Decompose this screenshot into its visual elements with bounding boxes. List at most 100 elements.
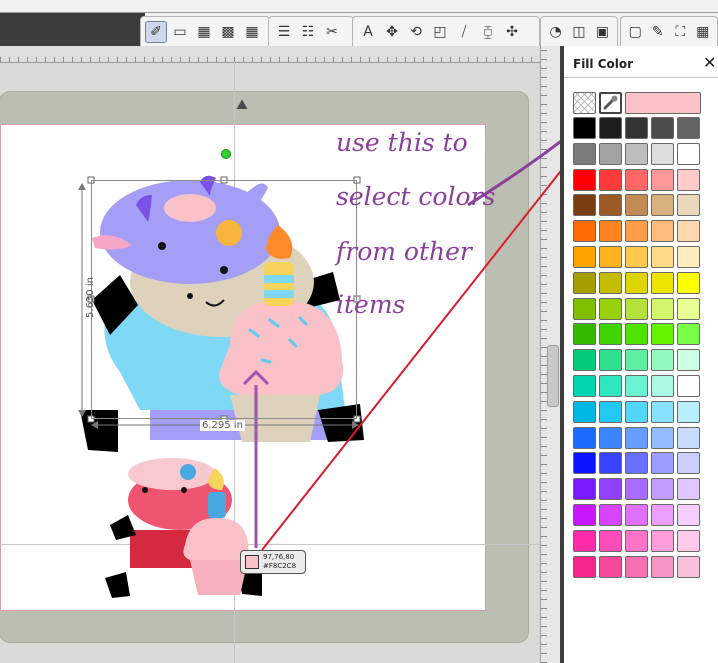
trace-icon[interactable]: ◔: [545, 21, 566, 43]
palette-swatch[interactable]: [651, 220, 674, 243]
pen-icon[interactable]: ✎: [648, 21, 669, 43]
palette-swatch[interactable]: [677, 246, 700, 268]
palette-swatch[interactable]: [573, 194, 596, 217]
palette-swatch[interactable]: [599, 452, 622, 475]
fill-hatch-icon[interactable]: ▩: [217, 21, 239, 43]
palette-swatch[interactable]: [677, 349, 700, 372]
fill-color-icon[interactable]: ▢: [625, 21, 646, 43]
vertical-scrollbar[interactable]: [547, 345, 559, 407]
scale-icon[interactable]: ◰: [429, 21, 451, 43]
palette-swatch[interactable]: [599, 400, 622, 423]
palette-swatch[interactable]: [677, 478, 700, 501]
palette-swatch[interactable]: [625, 246, 648, 268]
palette-swatch[interactable]: [651, 271, 674, 294]
line-color-icon[interactable]: ☰: [273, 21, 295, 43]
palette-swatch[interactable]: [677, 142, 700, 165]
palette-swatch[interactable]: [573, 452, 596, 475]
palette-swatch[interactable]: [625, 194, 648, 217]
palette-swatch[interactable]: [599, 297, 622, 320]
palette-swatch[interactable]: [573, 246, 596, 268]
palette-swatch[interactable]: [677, 323, 700, 346]
palette-swatch[interactable]: [573, 297, 596, 320]
palette-swatch[interactable]: [677, 297, 700, 320]
palette-swatch[interactable]: [573, 142, 596, 165]
palette-swatch[interactable]: [625, 478, 648, 501]
palette-swatch[interactable]: [651, 142, 674, 165]
palette-swatch[interactable]: [651, 400, 674, 423]
palette-swatch[interactable]: [573, 426, 596, 449]
fill-pattern-icon[interactable]: ▦: [193, 21, 215, 43]
palette-swatch[interactable]: [599, 271, 622, 294]
palette-swatch[interactable]: [573, 220, 596, 243]
pointer-icon[interactable]: ✐: [145, 20, 167, 43]
palette-swatch[interactable]: [651, 478, 674, 501]
palette-swatch[interactable]: [599, 529, 622, 552]
rotate-icon[interactable]: ⟲: [405, 21, 427, 43]
palette-swatch[interactable]: [599, 375, 622, 397]
palette-swatch[interactable]: [599, 504, 622, 526]
move-icon[interactable]: ✥: [381, 21, 403, 43]
fill-solid-icon[interactable]: ▭: [169, 21, 191, 43]
palette-swatch[interactable]: [651, 349, 674, 372]
palette-swatch[interactable]: [573, 349, 596, 372]
palette-swatch[interactable]: [573, 117, 596, 139]
palette-swatch[interactable]: [599, 323, 622, 346]
skew-icon[interactable]: ⧸: [453, 21, 475, 43]
palette-swatch[interactable]: [625, 271, 648, 294]
fullscreen-icon[interactable]: ⛶: [670, 21, 691, 43]
palette-swatch[interactable]: [677, 375, 700, 397]
palette-swatch[interactable]: [651, 246, 674, 268]
scissors-icon[interactable]: ✂: [321, 21, 343, 43]
palette-swatch[interactable]: [625, 529, 648, 552]
palette-swatch[interactable]: [573, 375, 596, 397]
palette-swatch[interactable]: [651, 194, 674, 217]
palette-swatch[interactable]: [599, 220, 622, 243]
palette-swatch[interactable]: [573, 168, 596, 191]
palette-swatch[interactable]: [573, 529, 596, 552]
mirror-icon[interactable]: ⧮: [477, 21, 499, 43]
palette-swatch[interactable]: [625, 297, 648, 320]
palette-swatch[interactable]: [625, 168, 648, 191]
align-icon[interactable]: ◫: [568, 21, 589, 43]
layer-icon[interactable]: ▣: [592, 21, 613, 43]
palette-swatch[interactable]: [599, 349, 622, 372]
grid-icon[interactable]: ▦: [693, 21, 714, 43]
eyedropper-button[interactable]: [599, 92, 622, 114]
palette-swatch[interactable]: [625, 426, 648, 449]
palette-swatch[interactable]: [625, 452, 648, 475]
palette-swatch[interactable]: [651, 529, 674, 552]
palette-swatch[interactable]: [677, 117, 700, 139]
palette-swatch[interactable]: [599, 142, 622, 165]
palette-swatch[interactable]: [625, 323, 648, 346]
palette-swatch[interactable]: [651, 117, 674, 139]
palette-swatch[interactable]: [625, 504, 648, 526]
palette-swatch[interactable]: [573, 271, 596, 294]
palette-swatch[interactable]: [599, 555, 622, 578]
palette-swatch[interactable]: [573, 400, 596, 423]
palette-swatch[interactable]: [677, 529, 700, 552]
palette-swatch[interactable]: [599, 426, 622, 449]
palette-swatch[interactable]: [651, 168, 674, 191]
palette-swatch[interactable]: [599, 168, 622, 191]
palette-swatch[interactable]: [599, 478, 622, 501]
palette-swatch[interactable]: [677, 452, 700, 475]
palette-swatch[interactable]: [677, 400, 700, 423]
grid-fill-icon[interactable]: ▦: [241, 21, 263, 43]
palette-swatch[interactable]: [651, 555, 674, 578]
close-icon[interactable]: ✕: [703, 53, 716, 72]
palette-swatch[interactable]: [625, 375, 648, 397]
palette-swatch[interactable]: [651, 504, 674, 526]
arrow-up-icon[interactable]: ⯅: [229, 94, 255, 116]
palette-swatch[interactable]: [677, 555, 700, 578]
palette-swatch[interactable]: [677, 426, 700, 449]
palette-swatch[interactable]: [677, 194, 700, 217]
text-icon[interactable]: A: [357, 21, 379, 43]
palette-swatch[interactable]: [651, 426, 674, 449]
no-fill-swatch[interactable]: [573, 92, 596, 114]
palette-swatch[interactable]: [677, 504, 700, 526]
palette-swatch[interactable]: [625, 349, 648, 372]
palette-swatch[interactable]: [625, 220, 648, 243]
palette-swatch[interactable]: [651, 452, 674, 475]
palette-swatch[interactable]: [677, 271, 700, 294]
palette-swatch[interactable]: [677, 220, 700, 243]
